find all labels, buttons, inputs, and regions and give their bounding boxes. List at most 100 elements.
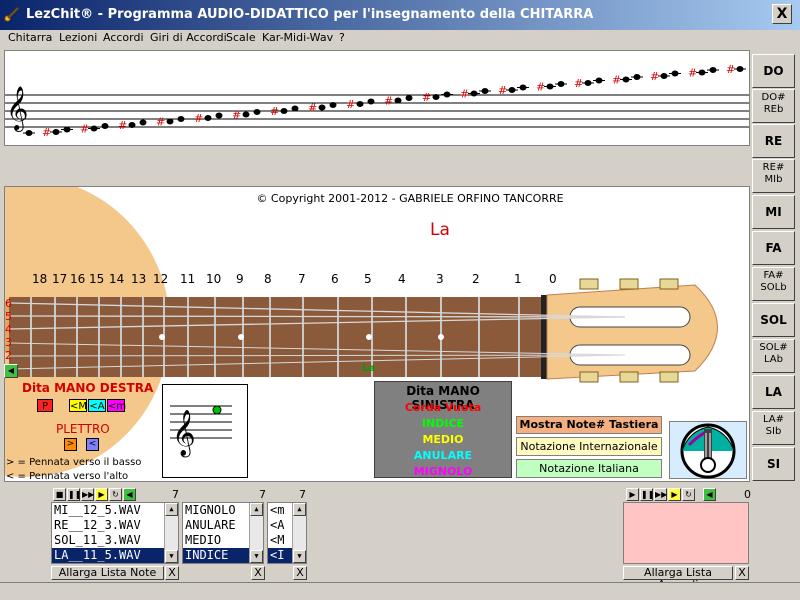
list-item[interactable]: RE__12_3.WAV — [52, 518, 178, 533]
fret-marker — [238, 334, 244, 340]
enlarge-chords-list-button[interactable]: Allarga Lista Accordi — [623, 566, 733, 591]
fret-number: 9 — [236, 272, 244, 286]
sharp-sign: # — [574, 77, 583, 90]
show-notes-button[interactable]: Mostra Note# Tastiera — [516, 416, 662, 434]
note-button-fa-sharp[interactable]: FA# SOLb — [752, 267, 795, 301]
fret-number: 14 — [109, 272, 125, 286]
note-button-la-sharp[interactable]: LA# SIb — [752, 411, 795, 445]
fast-forward-button[interactable]: ▶▶ — [81, 488, 94, 501]
back-button[interactable]: ◀ — [123, 488, 136, 501]
note-button-mi[interactable]: MI — [752, 195, 795, 229]
menu-scale[interactable]: Scale — [226, 31, 256, 44]
chord-repeat-button[interactable]: ↻ — [682, 488, 695, 501]
fret-number: 7 — [298, 272, 306, 286]
list-item-selected[interactable]: LA__11_5.WAV — [52, 548, 178, 563]
left-list-count: 7 — [259, 488, 266, 501]
note-button-la[interactable]: LA — [752, 375, 795, 409]
finger-p-button[interactable]: P — [37, 399, 53, 412]
note-button-fa[interactable]: FA — [752, 231, 795, 265]
fret-number: 4 — [398, 272, 406, 286]
scroll-up-icon[interactable]: ▲ — [165, 503, 178, 516]
current-note-label: La — [430, 220, 450, 240]
fret-number: 3 — [436, 272, 444, 286]
vertical-scrollbar[interactable]: ▲ ▼ — [292, 503, 306, 563]
menu-lezioni[interactable]: Lezioni — [59, 31, 97, 44]
finger-mi-button[interactable]: <m — [107, 399, 126, 412]
note-head — [212, 405, 222, 415]
string-selector-button[interactable]: ◀ — [4, 364, 18, 378]
finger-m-button[interactable]: <M — [69, 399, 87, 412]
staff-note — [204, 115, 212, 121]
italian-notation-button[interactable]: Notazione Italiana — [516, 459, 662, 478]
left-hand-pinky: MIGNOLO — [413, 465, 473, 478]
scroll-up-icon[interactable]: ▲ — [293, 503, 306, 516]
chord-back-button[interactable]: ◀ — [703, 488, 716, 501]
note-button-re[interactable]: RE — [752, 124, 795, 158]
menu-help[interactable]: ? — [339, 31, 345, 44]
note-button-sol[interactable]: SOL — [752, 303, 795, 337]
list-item[interactable]: SOL_11_3.WAV — [52, 533, 178, 548]
note-button-re-sharp[interactable]: RE# MIb — [752, 159, 795, 193]
note-button-sol-sharp[interactable]: SOL# LAb — [752, 339, 795, 373]
scroll-down-icon[interactable]: ▼ — [165, 550, 178, 563]
repeat-button[interactable]: ↻ — [109, 488, 122, 501]
sharp-sign: # — [42, 126, 51, 139]
chord-pause-button[interactable]: ❚❚ — [640, 488, 654, 501]
note-button-do[interactable]: DO — [752, 54, 795, 88]
chord-fast-forward-button[interactable]: ▶▶ — [654, 488, 667, 501]
pick-up-button[interactable]: < — [86, 438, 99, 451]
play-button[interactable]: ▶ — [95, 488, 108, 501]
fret-number: 6 — [331, 272, 339, 286]
staff-note — [177, 116, 185, 122]
staff-note — [253, 109, 261, 115]
enlarge-notes-list-button[interactable]: Allarga Lista Note — [51, 566, 164, 580]
scroll-down-icon[interactable]: ▼ — [293, 550, 306, 563]
fret-note-label: La — [362, 363, 376, 374]
international-notation-button[interactable]: Notazione Internazionale — [516, 437, 662, 456]
close-button[interactable]: X — [772, 4, 792, 24]
scroll-up-icon[interactable]: ▲ — [250, 503, 263, 516]
scroll-down-icon[interactable]: ▼ — [250, 550, 263, 563]
right-finger-listbox[interactable]: <m <A <M <I ▲ ▼ — [267, 502, 307, 564]
vertical-scrollbar[interactable]: ▲ ▼ — [164, 503, 178, 563]
chord-list-area[interactable] — [623, 502, 749, 564]
treble-clef-icon: 𝄞 — [6, 86, 28, 132]
wav-listbox[interactable]: MI__12_5.WAV RE__12_3.WAV SOL_11_3.WAV L… — [51, 502, 179, 564]
pennata-down-legend: > = Pennata verso il basso — [6, 457, 142, 468]
stop-button[interactable]: ■ — [53, 488, 66, 501]
close-notes-list-button[interactable]: X — [165, 566, 179, 580]
note-button-si[interactable]: SI — [752, 447, 795, 481]
fret-number: 11 — [180, 272, 196, 286]
staff-note — [356, 101, 364, 107]
menu-kar-midi-wav[interactable]: Kar-Midi-Wav — [262, 31, 333, 44]
menu-chitarra[interactable]: Chitarra — [8, 31, 52, 44]
staff-note — [432, 94, 440, 100]
left-finger-listbox[interactable]: MIGNOLO ANULARE MEDIO INDICE ▲ ▼ — [182, 502, 264, 564]
pause-button[interactable]: ❚❚ — [67, 488, 81, 501]
staff-note — [166, 118, 174, 125]
copyright-text: © Copyright 2001-2012 - GABRIELE ORFINO … — [256, 192, 564, 205]
list-item[interactable]: MI__12_5.WAV — [52, 503, 178, 518]
finger-a-button[interactable]: <A — [88, 399, 106, 412]
staff-note — [101, 123, 109, 129]
pick-down-button[interactable]: > — [64, 438, 77, 451]
menu-accordi[interactable]: Accordi — [103, 31, 144, 44]
nut — [541, 295, 547, 379]
chord-play-button[interactable]: ▶ — [668, 488, 681, 501]
sharp-sign: # — [536, 81, 545, 94]
close-left-list-button[interactable]: X — [251, 566, 265, 580]
vertical-scrollbar[interactable]: ▲ ▼ — [249, 503, 263, 563]
staff-note — [318, 104, 326, 111]
note-button-do-sharp[interactable]: DO# REb — [752, 89, 795, 123]
string-number: 3 — [5, 336, 12, 349]
menu-giri-di-accordi[interactable]: Giri di Accordi — [150, 31, 227, 44]
chord-stop-button[interactable]: ▶ — [626, 488, 639, 501]
staff-note — [367, 98, 375, 105]
fret-number: 12 — [153, 272, 169, 286]
fret-number: 15 — [89, 272, 105, 286]
right-list-count: 7 — [299, 488, 306, 501]
plettro-label: PLETTRO — [56, 422, 110, 436]
close-chords-list-button[interactable]: X — [735, 566, 749, 580]
close-right-list-button[interactable]: X — [293, 566, 307, 580]
fret-number: 10 — [206, 272, 222, 286]
